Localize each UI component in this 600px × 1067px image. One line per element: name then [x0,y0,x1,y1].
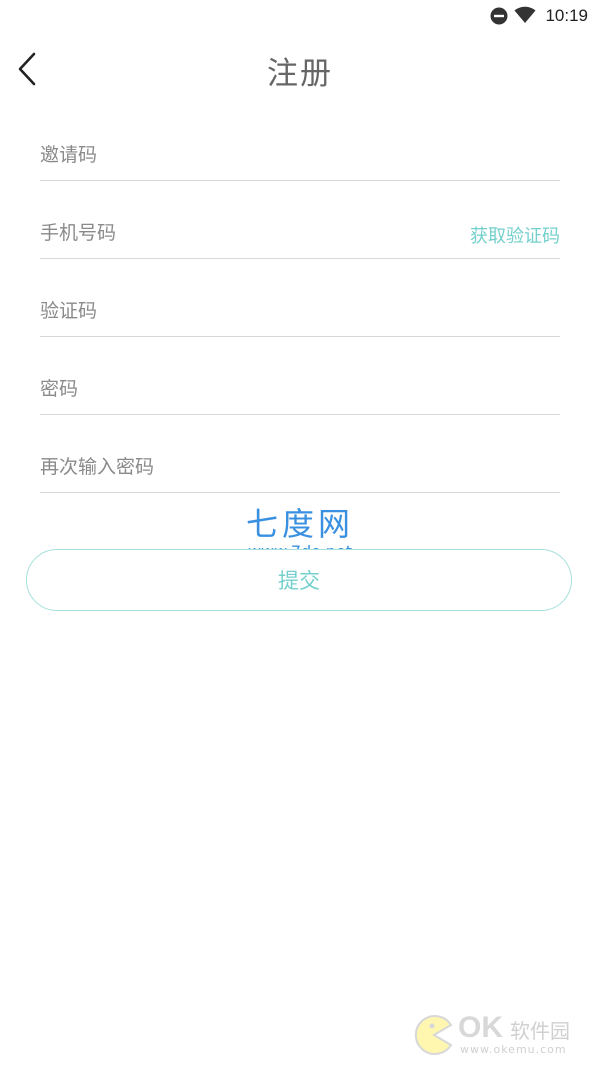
status-time: 10:19 [545,6,588,25]
corner-logo: OK 软件园 www.okemu.com [414,1011,586,1057]
phone-input[interactable] [40,216,440,250]
password-field-row [40,364,560,415]
get-code-button[interactable]: 获取验证码 [470,222,560,248]
invite-code-field-row [40,130,560,181]
page-title: 注册 [267,56,333,92]
invite-code-input[interactable] [40,138,440,172]
password-input[interactable] [40,372,440,406]
logo-url-text: www.okemu.com [460,1043,567,1056]
wifi-icon [514,6,536,23]
logo-cn-text: 软件园 [510,1019,570,1043]
verification-code-input[interactable] [40,294,440,328]
phone-field-row: 获取验证码 [40,208,560,259]
confirm-password-input[interactable] [40,450,440,484]
logo-ok-text: OK [458,1011,503,1044]
do-not-disturb-icon [490,7,508,25]
pacman-logo-icon [414,1015,453,1055]
verification-code-field-row [40,286,560,337]
confirm-password-field-row [40,442,560,493]
header: 注册 [0,38,600,100]
submit-button[interactable]: 提交 [26,549,572,611]
register-form: 获取验证码 [40,130,560,520]
status-bar: 10:19 [0,0,600,32]
